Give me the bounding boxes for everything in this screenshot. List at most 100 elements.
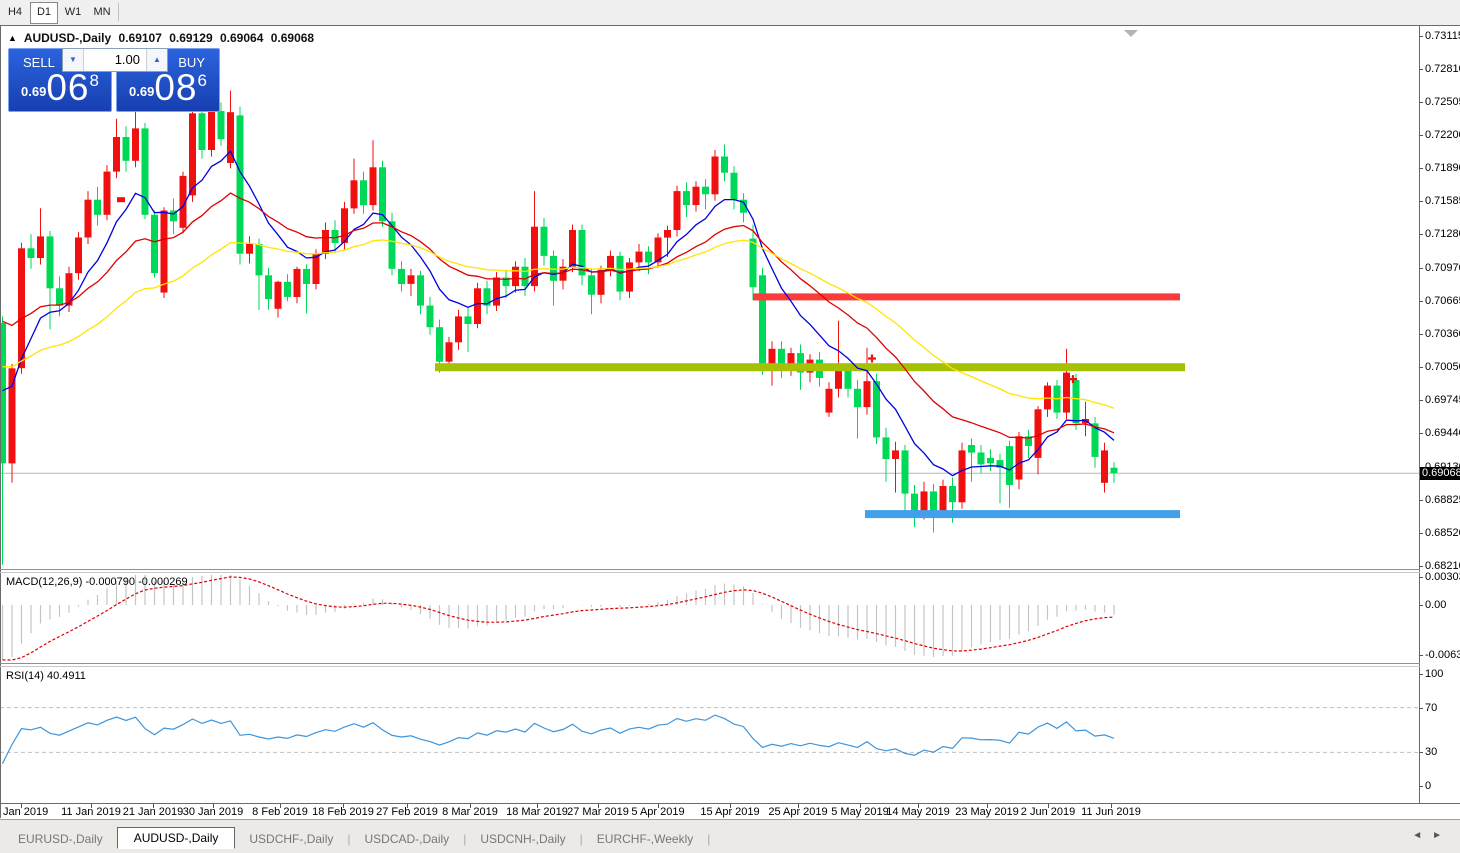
fast-ma (3, 151, 1115, 475)
price-tick (1419, 566, 1423, 567)
tab-usdcad-daily[interactable]: USDCAD-,Daily (351, 829, 464, 849)
rsi-tick (1419, 674, 1423, 675)
macd-rsi-splitter-groove (0, 666, 1420, 667)
mid-ma (3, 193, 1115, 438)
rsi-axis-label: 70 (1425, 702, 1437, 714)
buy-price: 0.69086 (117, 67, 219, 109)
date-axis-label: 23 May 2019 (955, 806, 1019, 818)
date-axis-label: 21 Jan 2019 (123, 806, 184, 818)
date-axis-label: 27 Mar 2019 (567, 806, 629, 818)
date-axis-label: 18 Feb 2019 (312, 806, 374, 818)
date-axis-label: 5 May 2019 (831, 806, 888, 818)
macd-axis-label: -0.006311 (1425, 649, 1460, 661)
price-tick (1419, 102, 1423, 103)
price-tick (1419, 367, 1423, 368)
date-axis-label: 11 Jan 2019 (61, 806, 121, 818)
macd-label: MACD(12,26,9) -0.000790 -0.000269 (6, 576, 188, 588)
tab-usdchf-daily[interactable]: USDCHF-,Daily (235, 829, 347, 849)
macd-signal-value: -0.000269 (138, 576, 188, 588)
rsi-axis-label: 0 (1425, 780, 1431, 792)
price-axis-label: 0.69440 (1425, 427, 1460, 439)
chart-title: ▲ AUDUSD-,Daily 0.69107 0.69129 0.69064 … (8, 31, 318, 45)
rsi-tick (1419, 708, 1423, 709)
tab-audusd-daily[interactable]: AUDUSD-,Daily (117, 827, 236, 849)
price-axis-label: 0.71890 (1425, 162, 1460, 174)
date-axis-label: 8 Feb 2019 (252, 806, 308, 818)
date-axis-label: 15 Apr 2019 (700, 806, 759, 818)
tab-separator: | (707, 829, 710, 849)
rsi-value: 40.4911 (47, 670, 86, 682)
scroll-right-icon[interactable]: ► (1432, 830, 1452, 841)
ohlc-low: 0.69064 (220, 31, 263, 45)
price-tick (1419, 69, 1423, 70)
price-axis-label: 0.70360 (1425, 328, 1460, 340)
price-tick (1419, 400, 1423, 401)
volume-decrease-icon[interactable]: ▼ (63, 49, 84, 71)
macd-axis-label: 0.00 (1425, 599, 1446, 611)
candlestick-series (0, 91, 1118, 565)
volume-input[interactable]: 1.00 (84, 49, 146, 71)
trade-marker-icon (117, 197, 125, 202)
date-axis-label: 25 Apr 2019 (768, 806, 827, 818)
price-axis-label: 0.71585 (1425, 195, 1460, 207)
price-tick (1419, 268, 1423, 269)
chart-shift-icon[interactable] (1124, 30, 1138, 37)
volume-increase-icon[interactable]: ▲ (146, 49, 167, 71)
price-axis-label: 0.73115 (1425, 30, 1460, 42)
tab-eurusd-daily[interactable]: EURUSD-,Daily (4, 829, 117, 849)
one-click-trading-panel: SELL 0.69068 BUY 0.69086 ▼ 1.00 ▲ (8, 48, 220, 112)
macd-tick (1419, 605, 1423, 606)
ohlc-close: 0.69068 (271, 31, 314, 45)
chart-window-top-border (0, 25, 1460, 26)
date-axis-label: 27 Feb 2019 (376, 806, 438, 818)
price-axis-label: 0.70050 (1425, 361, 1460, 373)
macd-tick (1419, 655, 1423, 656)
rsi-tick (1419, 786, 1423, 787)
chart-tabs: EURUSD-,DailyAUDUSD-,DailyUSDCHF-,Daily |… (4, 825, 710, 849)
chart-canvas[interactable] (0, 0, 1460, 853)
date-axis-label: 30 Jan 2019 (183, 806, 244, 818)
tab-eurchf-weekly[interactable]: EURCHF-,Weekly (583, 829, 707, 849)
price-axis-label: 0.68520 (1425, 527, 1460, 539)
date-axis-label: 11 Jun 2019 (1081, 806, 1141, 818)
price-tick (1419, 234, 1423, 235)
price-tick (1419, 135, 1423, 136)
trade-marker-icon (868, 355, 876, 363)
rsi-line (3, 715, 1115, 764)
one-click-collapse-icon[interactable]: ▲ (8, 33, 17, 43)
main-macd-splitter[interactable] (0, 569, 1420, 570)
ohlc-open: 0.69107 (119, 31, 162, 45)
resistance-line (753, 293, 1180, 300)
slow-ma (3, 240, 1115, 408)
current-price-badge: 0.69068 (1420, 467, 1460, 480)
rsi-axis-label: 30 (1425, 746, 1437, 758)
scroll-left-icon[interactable]: ◄ (1412, 830, 1432, 841)
pivot-line (435, 363, 1185, 371)
sell-price: 0.69068 (9, 67, 111, 109)
ohlc-high: 0.69129 (169, 31, 212, 45)
mt4-terminal: H4D1W1MN ▲ AUDUSD-,Daily 0.69107 0.69129… (0, 0, 1460, 853)
rsi-tick (1419, 752, 1423, 753)
price-axis-label: 0.68825 (1425, 494, 1460, 506)
price-axis-label: 0.72200 (1425, 129, 1460, 141)
date-axis-label: 18 Mar 2019 (506, 806, 568, 818)
date-axis-label: 14 May 2019 (886, 806, 950, 818)
price-tick (1419, 533, 1423, 534)
symbol-name: AUDUSD-,Daily (24, 31, 111, 45)
tab-scroll-arrows[interactable]: ◄► (1412, 830, 1452, 841)
macd-rsi-splitter[interactable] (0, 663, 1420, 664)
volume-control: ▼ 1.00 ▲ (62, 48, 168, 72)
price-tick (1419, 301, 1423, 302)
price-axis-label: 0.70970 (1425, 262, 1460, 274)
price-tick (1419, 334, 1423, 335)
macd-signal-line (3, 577, 1115, 660)
price-axis-label: 0.72810 (1425, 63, 1460, 75)
date-axis-label: 2 Jun 2019 (1021, 806, 1075, 818)
date-axis-label: 5 Apr 2019 (631, 806, 684, 818)
main-macd-splitter-groove (0, 572, 1420, 573)
price-axis-divider[interactable] (1419, 26, 1420, 804)
tab-usdcnh-daily[interactable]: USDCNH-,Daily (466, 829, 579, 849)
chart-tab-bar: EURUSD-,DailyAUDUSD-,DailyUSDCHF-,Daily |… (0, 819, 1460, 853)
price-axis-label: 0.72505 (1425, 96, 1460, 108)
price-axis-label: 0.70665 (1425, 295, 1460, 307)
